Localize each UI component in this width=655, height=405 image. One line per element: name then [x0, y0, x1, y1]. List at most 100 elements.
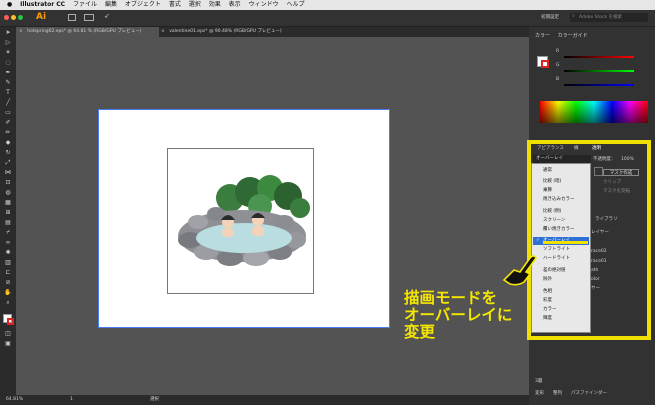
artboard-tool-icon[interactable]: ⊏	[4, 270, 12, 276]
tab-hotspring[interactable]: × hotspring02.eps* @ 64.81 % (RGB/GPU プレ…	[16, 27, 159, 37]
workspace-switcher[interactable]: 初期設定	[541, 14, 559, 20]
arrange-documents-icon[interactable]	[84, 14, 94, 21]
eraser-tool-icon[interactable]: ◆	[4, 140, 12, 146]
tab-valentine[interactable]: × valentine01.eps* @ 90.48% (RGB/GPU プレビ…	[158, 27, 301, 37]
panel-stroke-swatch[interactable]	[541, 60, 549, 68]
tab-color[interactable]: カラー	[535, 33, 550, 39]
annotation-underline	[543, 241, 588, 244]
gpu-rocket-icon[interactable]: ➶	[104, 12, 110, 20]
hotspring-illustration[interactable]	[172, 170, 310, 270]
line-tool-icon[interactable]: ╱	[4, 100, 12, 106]
rotate-tool-icon[interactable]: ↻	[4, 150, 12, 156]
tab-transform[interactable]: 変形	[535, 391, 544, 397]
curvature-tool-icon[interactable]: ✎	[4, 80, 12, 86]
bridge-icon[interactable]	[68, 14, 76, 21]
free-transform-tool-icon[interactable]: ⊡	[4, 180, 12, 186]
b-slider[interactable]	[564, 84, 634, 86]
blend-tool-icon[interactable]: ∞	[4, 240, 12, 246]
lasso-tool-icon[interactable]: ◌	[4, 60, 12, 66]
page-number[interactable]: 1	[70, 395, 73, 405]
scale-tool-icon[interactable]: ⤢	[4, 160, 12, 166]
type-tool-icon[interactable]: T	[4, 90, 12, 96]
gradient-tool-icon[interactable]: ▤	[4, 220, 12, 226]
search-stock-input[interactable]: Adobe Stock を検索	[570, 13, 648, 22]
status-bar: 64.81% 1 選択	[0, 395, 529, 405]
blend-option[interactable]: スクリーン	[543, 217, 565, 225]
slice-tool-icon[interactable]: ⊘	[4, 280, 12, 286]
pencil-tool-icon[interactable]: ✏	[4, 130, 12, 136]
menu-help[interactable]: ヘルプ	[287, 1, 305, 8]
rectangle-tool-icon[interactable]: ▭	[4, 110, 12, 116]
menu-view[interactable]: 表示	[229, 1, 241, 8]
window-controls	[4, 14, 24, 22]
blend-option[interactable]: 比較 (明)	[543, 208, 561, 216]
selection-tool-icon[interactable]: ➤	[4, 30, 12, 36]
blend-option[interactable]: 色相	[543, 288, 552, 296]
magic-wand-tool-icon[interactable]: ✶	[4, 50, 12, 56]
blend-option[interactable]: 焼き込みカラー	[543, 196, 575, 204]
r-label: R	[556, 49, 560, 54]
close-tab-icon[interactable]: ×	[161, 29, 165, 34]
hot-water	[196, 223, 292, 253]
checkmark-icon: ✓	[536, 238, 540, 243]
blend-option[interactable]: 輝度	[543, 315, 552, 323]
menu-effect[interactable]: 効果	[209, 1, 221, 8]
menu-select[interactable]: 選択	[189, 1, 201, 8]
app-bar: Ai ➶ 初期設定 Adobe Stock を検索 ⌕	[0, 10, 655, 27]
pen-tool-icon[interactable]: ✒	[4, 70, 12, 76]
menu-object[interactable]: オブジェクト	[125, 1, 161, 8]
tab-label: hotspring02.eps* @ 64.81 % (RGB/GPU プレビュ…	[27, 29, 142, 34]
close-window-icon[interactable]	[4, 15, 9, 20]
paintbrush-tool-icon[interactable]: ✐	[4, 120, 12, 126]
mesh-tool-icon[interactable]: ⊞	[4, 210, 12, 216]
tab-color-guide[interactable]: カラーガイド	[558, 33, 588, 39]
apple-icon[interactable]: ●	[7, 1, 12, 8]
stroke-swatch[interactable]	[7, 318, 14, 325]
blend-option[interactable]: 覆い焼きカラー	[543, 226, 575, 234]
zoom-window-icon[interactable]	[18, 15, 23, 20]
hand-tool-icon[interactable]: ✋	[4, 290, 12, 296]
mac-menubar: ● Illustrator CC ファイル 編集 オブジェクト 書式 選択 効果…	[0, 0, 655, 10]
width-tool-icon[interactable]: ⋈	[4, 170, 12, 176]
perspective-grid-tool-icon[interactable]: ▦	[4, 200, 12, 206]
tools-panel: ➤ ▷ ✶ ◌ ✒ ✎ T ╱ ▭ ✐ ✏ ◆ ↻ ⤢ ⋈ ⊡ ◍ ▦ ⊞ ▤ …	[0, 27, 16, 395]
blend-option[interactable]: 通常	[543, 167, 552, 175]
menu-edit[interactable]: 編集	[105, 1, 117, 8]
tab-pathfinder[interactable]: パスファインダー	[571, 391, 607, 397]
blend-option[interactable]: 乗算	[543, 187, 552, 195]
blend-option[interactable]: カラー	[543, 306, 557, 314]
layer-count: 3層	[535, 379, 543, 384]
blend-mode-menu: 通常 比較 (暗) 乗算 焼き込みカラー 比較 (明) スクリーン 覆い焼きカラ…	[531, 163, 591, 333]
zoom-tool-icon[interactable]: ⌕	[4, 300, 12, 306]
app-name-menu[interactable]: Illustrator CC	[20, 1, 65, 8]
pointing-hand-icon	[502, 255, 537, 286]
tab-align[interactable]: 整列	[553, 391, 562, 397]
eyedropper-tool-icon[interactable]: ⌿	[4, 230, 12, 236]
symbol-sprayer-tool-icon[interactable]: ✺	[4, 250, 12, 256]
blend-option[interactable]: 彩度	[543, 297, 552, 305]
tool-status[interactable]: 選択	[150, 395, 159, 405]
graph-tool-icon[interactable]: ▥	[4, 260, 12, 266]
ai-logo: Ai	[36, 12, 47, 22]
b-label: B	[556, 77, 560, 82]
close-tab-icon[interactable]: ×	[19, 29, 23, 34]
shape-builder-tool-icon[interactable]: ◍	[4, 190, 12, 196]
blend-option[interactable]: 差の絶対値	[543, 267, 566, 275]
caption-line: 描画モードを	[404, 289, 498, 307]
blend-option[interactable]: ハードライト	[543, 255, 570, 263]
color-spectrum[interactable]	[540, 101, 648, 123]
direct-selection-tool-icon[interactable]: ▷	[4, 40, 12, 46]
blend-option[interactable]: 除外	[543, 276, 552, 284]
zoom-level[interactable]: 64.81%	[6, 395, 23, 405]
menu-file[interactable]: ファイル	[73, 1, 97, 8]
g-slider[interactable]	[564, 70, 634, 72]
draw-mode-icon[interactable]: ◫	[4, 331, 12, 337]
blend-option[interactable]: ソフトライト	[543, 246, 570, 254]
menu-type[interactable]: 書式	[169, 1, 181, 8]
r-slider[interactable]	[564, 56, 634, 58]
screen-mode-icon[interactable]: ▣	[4, 341, 12, 347]
blend-option[interactable]: 比較 (暗)	[543, 178, 561, 186]
caption-line: オーバーレイに	[404, 306, 513, 324]
minimize-window-icon[interactable]	[11, 15, 16, 20]
menu-window[interactable]: ウィンドウ	[249, 1, 279, 8]
